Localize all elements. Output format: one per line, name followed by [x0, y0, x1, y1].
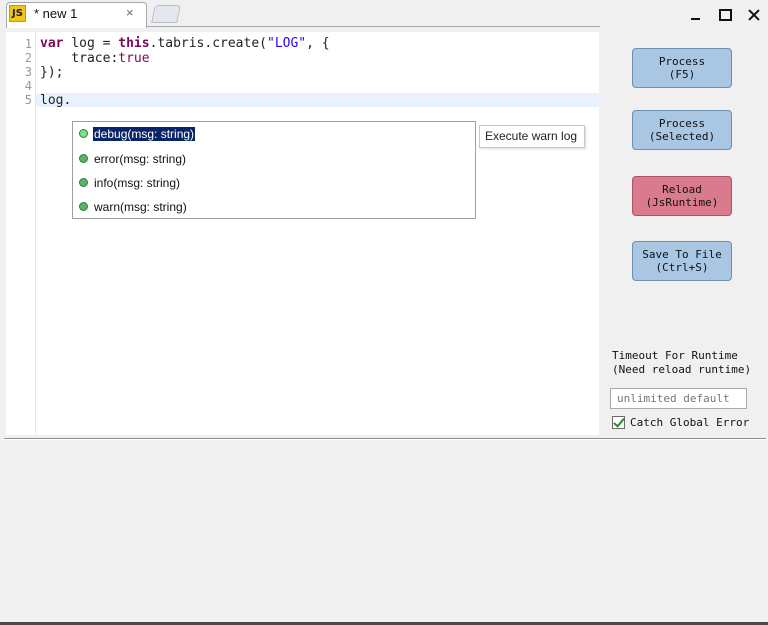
process-selected-button[interactable]: Process (Selected): [632, 110, 732, 150]
save-to-file-button[interactable]: Save To File (Ctrl+S): [632, 241, 732, 281]
code-line-3: });: [40, 65, 64, 80]
autocomplete-item-label: error(msg: string): [94, 152, 187, 166]
minimize-icon[interactable]: [687, 6, 705, 24]
timeout-input[interactable]: [610, 388, 747, 409]
autocomplete-item-label: debug(msg: string): [93, 127, 196, 141]
new-tab-button[interactable]: [151, 5, 181, 23]
button-label-line: Process: [658, 55, 706, 68]
method-icon: [79, 202, 88, 211]
autocomplete-item[interactable]: warn(msg: string): [75, 197, 473, 217]
code-text: .tabris.create(: [149, 36, 267, 51]
code-text: trace:: [40, 51, 119, 66]
method-icon: [79, 129, 88, 138]
timeout-label: Timeout For Runtime (Need reload runtime…: [612, 349, 751, 377]
button-shortcut-line: (Selected): [648, 130, 716, 143]
maximize-icon[interactable]: [716, 6, 734, 24]
autocomplete-tooltip: Execute warn log: [479, 125, 585, 148]
keyword: this: [118, 36, 150, 51]
line-number-gutter: 1 2 3 4 5: [6, 32, 36, 435]
code-line-1: var log = this.tabris.create("LOG", {: [40, 36, 330, 51]
catch-global-error-checkbox[interactable]: [612, 416, 625, 429]
reload-runtime-button[interactable]: Reload (JsRuntime): [632, 176, 732, 216]
code-line-5: log.: [40, 93, 72, 108]
process-button[interactable]: Process (F5): [632, 48, 732, 88]
button-shortcut-line: (F5): [668, 68, 696, 81]
autocomplete-item[interactable]: debug(msg: string): [75, 124, 473, 144]
button-label-line: Save To File: [642, 248, 722, 261]
button-label-line: Reload: [662, 183, 702, 196]
autocomplete-item-label: info(msg: string): [94, 176, 181, 190]
line-number: 5: [24, 93, 32, 107]
boolean-literal: true: [118, 51, 150, 66]
string-literal: "LOG": [267, 36, 307, 51]
tab-close-icon[interactable]: ×: [126, 5, 134, 20]
tab-title: * new 1: [34, 6, 78, 21]
line-number: 4: [24, 79, 32, 93]
current-line-highlight: [36, 93, 599, 107]
catch-global-error-label[interactable]: Catch Global Error: [630, 416, 749, 429]
line-number: 2: [24, 51, 32, 65]
code-text: log =: [63, 36, 119, 51]
code-text: , {: [306, 36, 330, 51]
button-label-line: Process: [658, 117, 706, 130]
line-number: 1: [24, 37, 32, 51]
method-icon: [79, 178, 88, 187]
timeout-label-line: Timeout For Runtime: [612, 349, 738, 362]
keyword: var: [40, 36, 64, 51]
close-window-icon[interactable]: [746, 6, 764, 24]
button-shortcut-line: (Ctrl+S): [655, 261, 709, 274]
autocomplete-item[interactable]: error(msg: string): [75, 149, 473, 169]
javascript-file-icon: JS: [9, 5, 26, 22]
autocomplete-popup: debug(msg: string) error(msg: string) in…: [72, 121, 476, 219]
method-icon: [79, 154, 88, 163]
button-shortcut-line: (JsRuntime): [645, 196, 719, 209]
autocomplete-item[interactable]: info(msg: string): [75, 173, 473, 193]
code-line-2: trace:true: [40, 51, 150, 66]
tab-bar-baseline: [147, 26, 600, 27]
timeout-label-hint: (Need reload runtime): [612, 363, 752, 376]
autocomplete-item-label: warn(msg: string): [94, 200, 187, 214]
panel-divider-highlight: [4, 439, 766, 440]
line-number: 3: [24, 65, 32, 79]
